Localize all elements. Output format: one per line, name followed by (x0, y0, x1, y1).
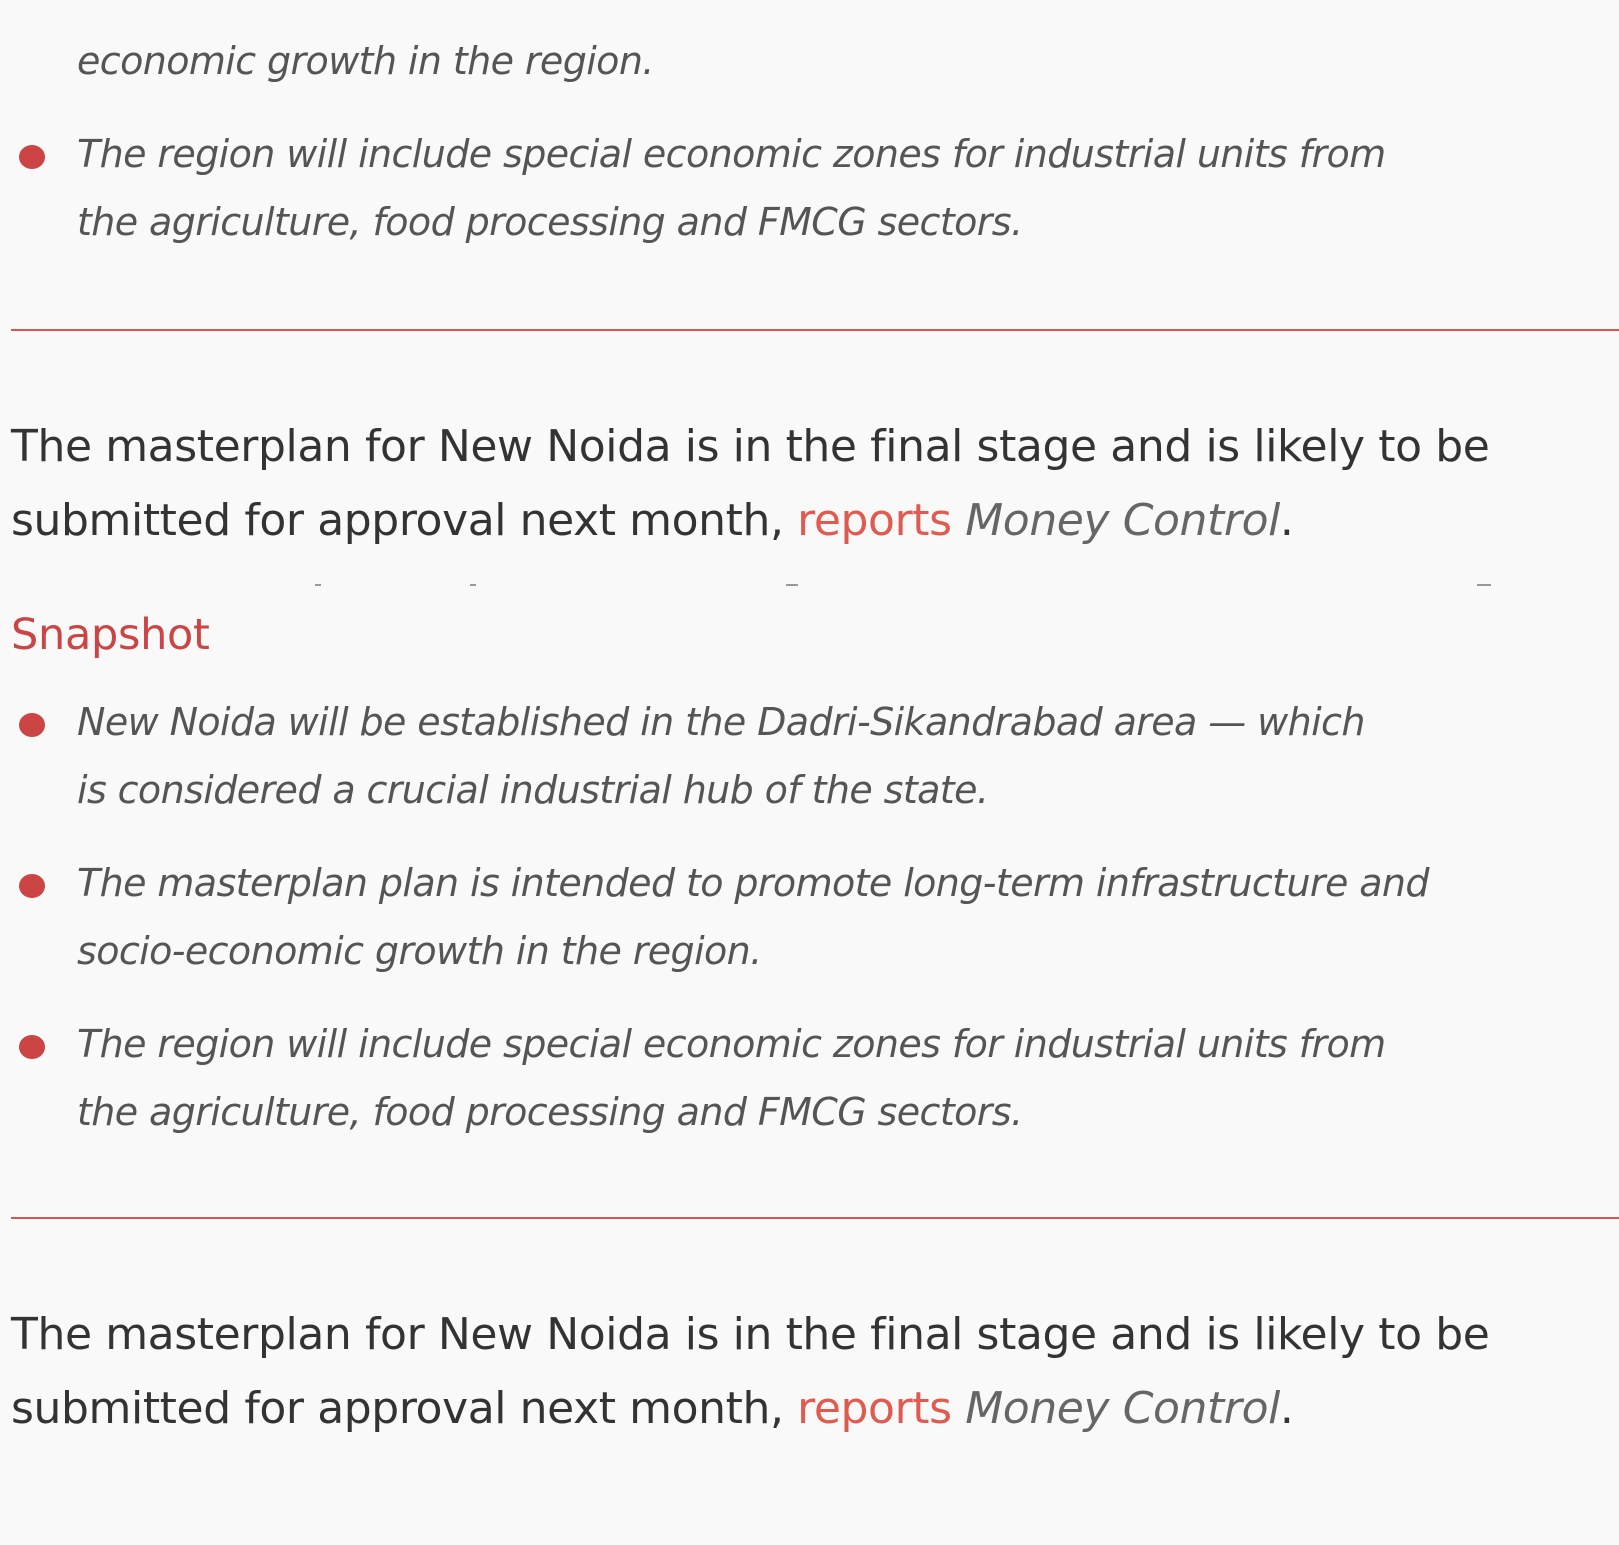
list-item-text: The masterplan plan is intended to promo… (77, 861, 1430, 973)
list-item: New Noida will be established in the Dad… (0, 688, 1560, 824)
bullet-dot-icon (19, 1035, 45, 1059)
lead-end: . (1279, 1383, 1294, 1434)
scroll-artifact (786, 584, 798, 586)
scroll-artifact (470, 584, 476, 586)
list-item-text: The region will include special economic… (77, 132, 1386, 244)
lead-paragraph: The masterplan for New Noida is in the f… (11, 410, 1531, 558)
list-item-text: economic growth in the region. (77, 39, 654, 83)
list-item: economic growth in the region. (0, 0, 1560, 95)
reports-link[interactable]: reports (797, 495, 952, 546)
scroll-artifact (1477, 584, 1491, 586)
top-bullet-list: economic growth in the region. The regio… (0, 0, 1560, 256)
source-name: Money Control (965, 1383, 1280, 1434)
list-item: The region will include special economic… (0, 120, 1457, 256)
lead-end: . (1279, 495, 1294, 546)
lead-paragraph: The masterplan for New Noida is in the f… (11, 1298, 1531, 1446)
list-item: The masterplan plan is intended to promo… (0, 849, 1560, 985)
bullet-dot-icon (19, 145, 45, 169)
article-page: economic growth in the region. The regio… (0, 0, 1619, 1545)
source-name: Money Control (965, 495, 1280, 546)
reports-link[interactable]: reports (797, 1383, 952, 1434)
scroll-artifact (315, 584, 321, 586)
list-item: The region will include special economic… (0, 1010, 1560, 1146)
list-item-text: New Noida will be established in the Dad… (77, 700, 1365, 812)
snapshot-bullet-list: New Noida will be established in the Dad… (0, 688, 1560, 1146)
section-divider (11, 1217, 1619, 1219)
snapshot-heading: Snapshot (11, 610, 210, 660)
bullet-dot-icon (19, 874, 45, 898)
bullet-dot-icon (19, 713, 45, 737)
section-divider (11, 329, 1619, 331)
list-item-text: The region will include special economic… (77, 1022, 1386, 1134)
